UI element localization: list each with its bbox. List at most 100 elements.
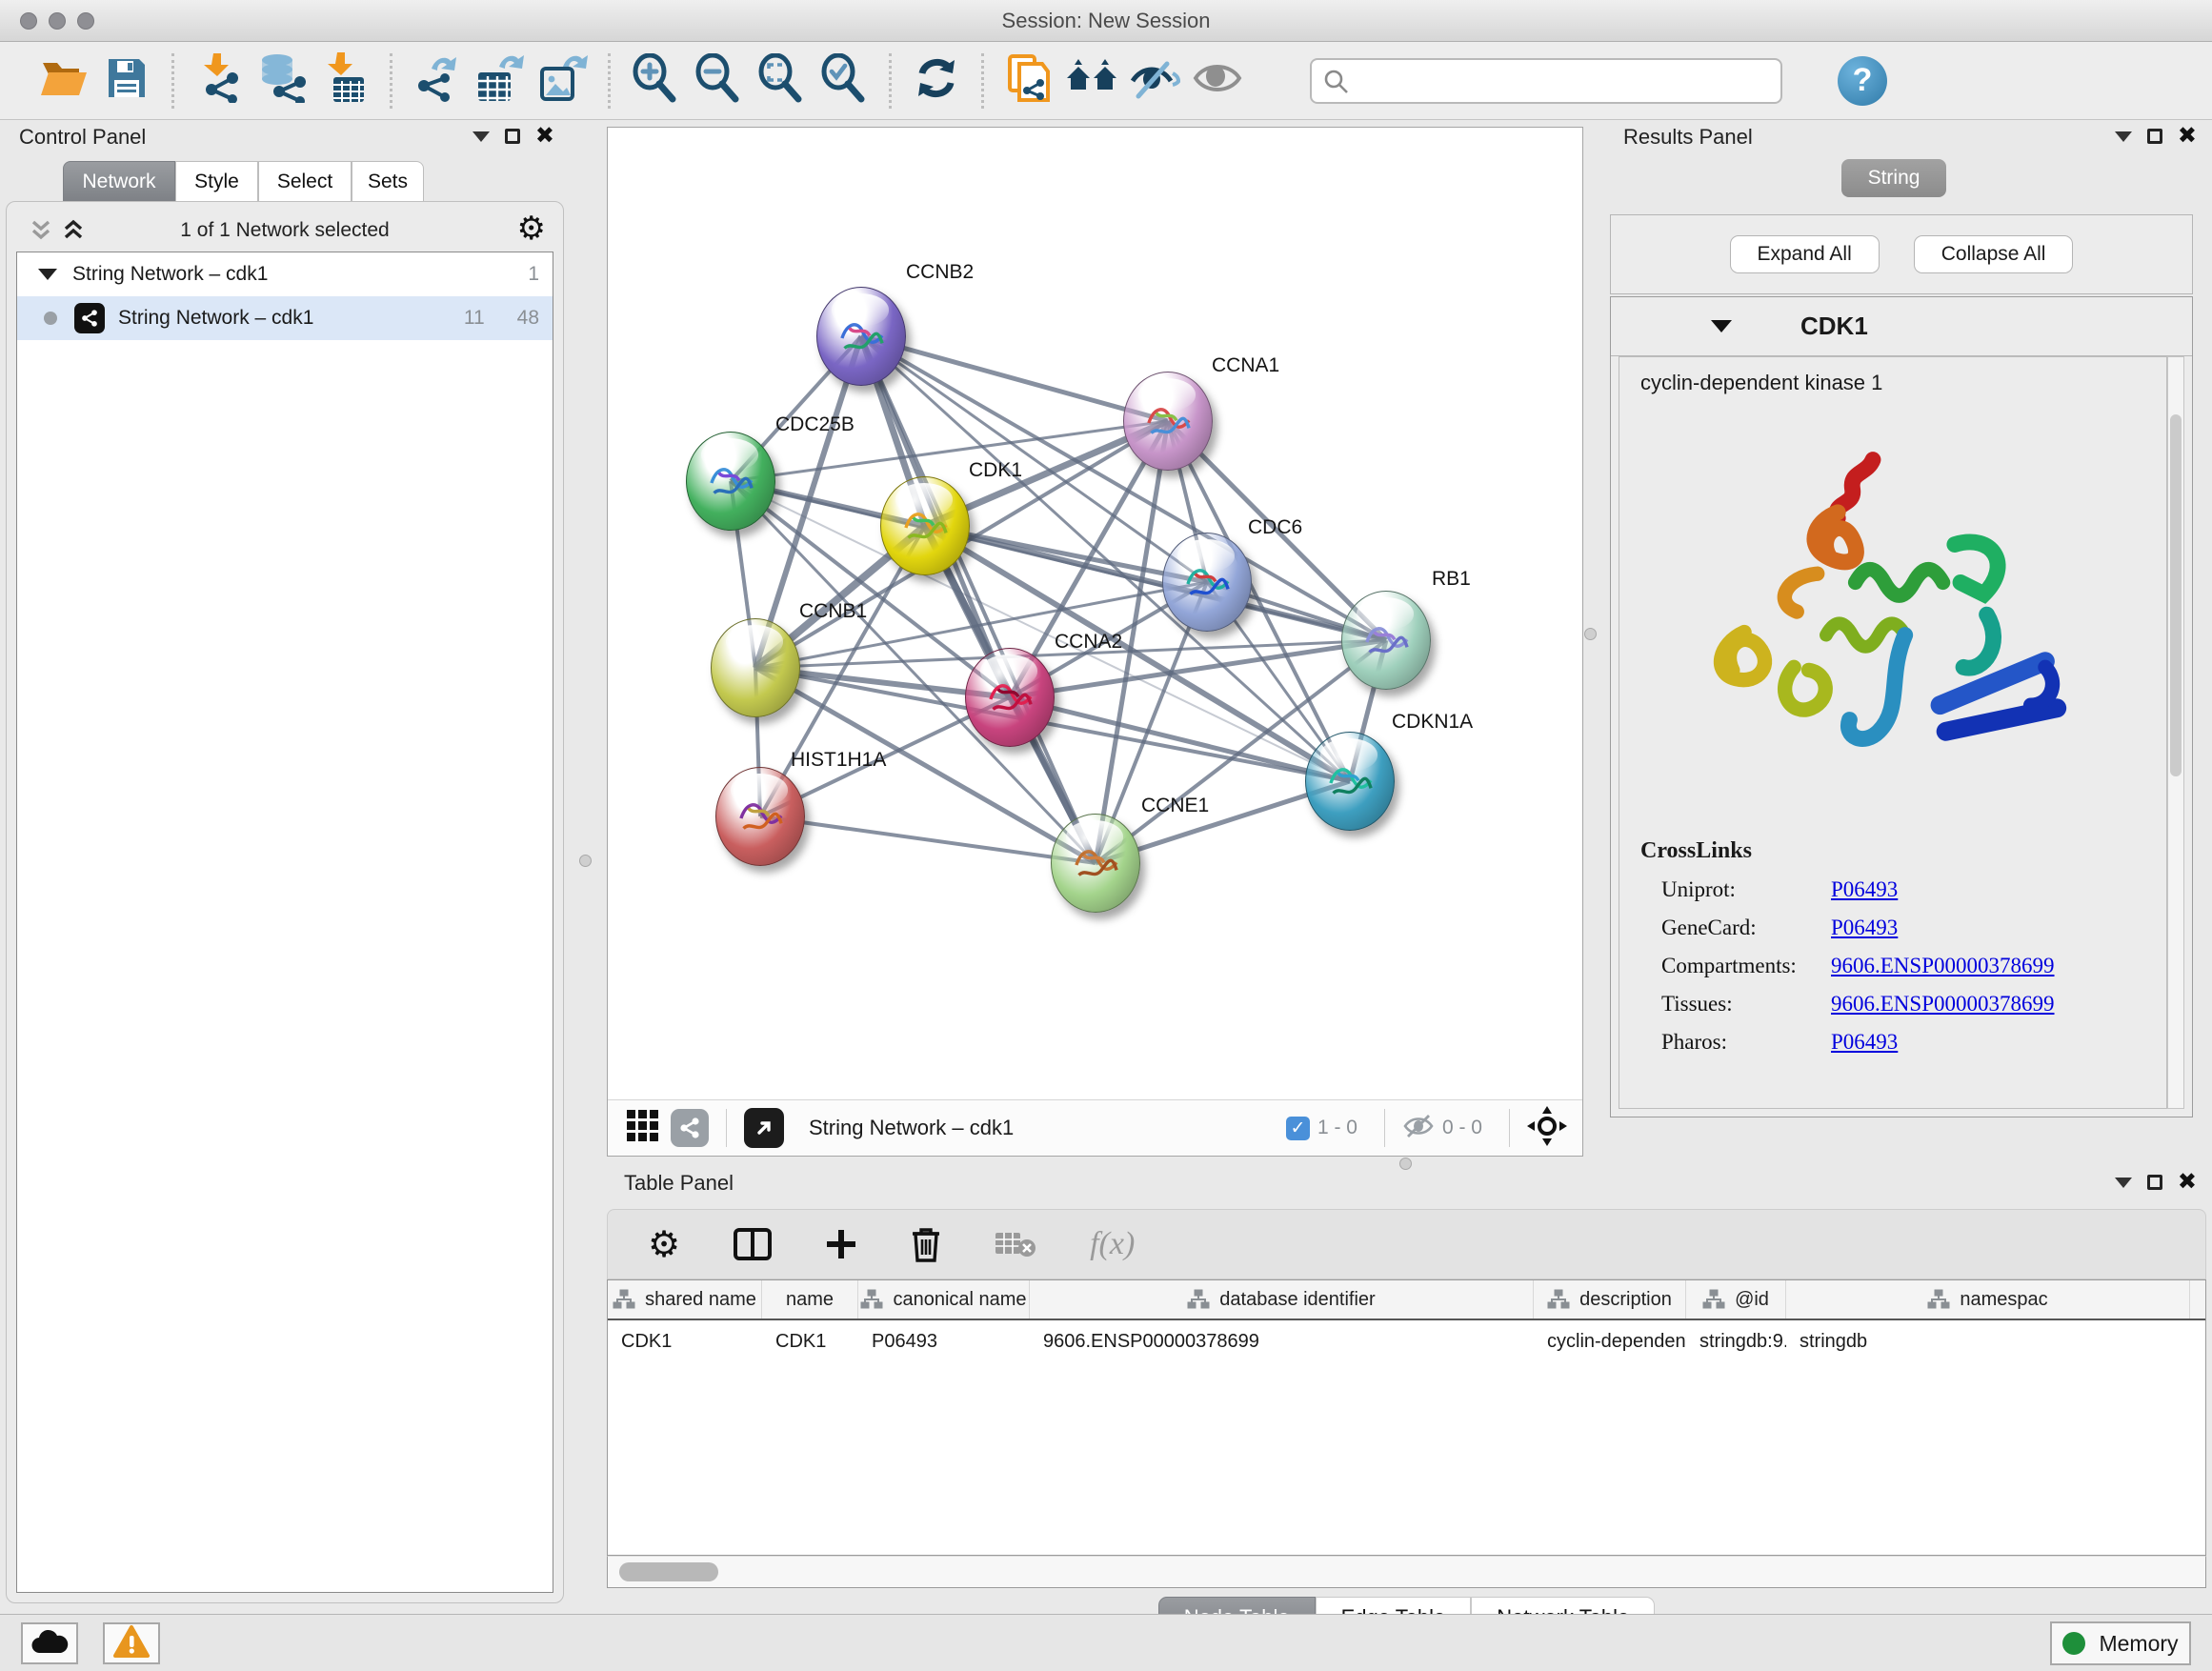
open-in-new-window-icon[interactable] bbox=[744, 1108, 784, 1148]
column-header-namespac[interactable]: namespac bbox=[1786, 1280, 2190, 1319]
network-row[interactable]: String Network – cdk1 11 48 bbox=[17, 296, 553, 340]
panel-close-icon[interactable]: ✖ bbox=[2178, 125, 2197, 148]
columns-icon[interactable] bbox=[734, 1228, 772, 1260]
open-session-button[interactable] bbox=[32, 50, 95, 111]
network-node-CDC6[interactable] bbox=[1162, 533, 1252, 632]
results-panel-title: Results Panel bbox=[1623, 125, 1753, 149]
network-node-CDC25B[interactable] bbox=[686, 432, 775, 531]
refresh-button[interactable] bbox=[905, 50, 968, 111]
results-tab-string[interactable]: String bbox=[1841, 159, 1946, 197]
zoom-in-button[interactable] bbox=[624, 50, 687, 111]
zoom-out-button[interactable] bbox=[687, 50, 750, 111]
panel-menu-icon[interactable] bbox=[2115, 1178, 2132, 1188]
network-canvas[interactable]: CCNB2CCNA1CDC25BCDK1CDC6RB1CCNB1CCNA2CDK… bbox=[608, 128, 1582, 1099]
crosslink-link[interactable]: P06493 bbox=[1831, 1030, 1898, 1055]
column-header-canonical-name[interactable]: canonical name bbox=[858, 1280, 1030, 1319]
horizontal-splitter-handle[interactable] bbox=[1399, 1158, 1412, 1170]
network-options-gear-icon[interactable]: ⚙ bbox=[517, 210, 546, 248]
table-horizontal-scrollbar[interactable] bbox=[607, 1556, 2206, 1588]
column-header-database-identifier[interactable]: database identifier bbox=[1030, 1280, 1534, 1319]
network-node-RB1[interactable] bbox=[1341, 591, 1431, 690]
table-cell[interactable]: CDK1 bbox=[762, 1320, 858, 1362]
panel-close-icon[interactable]: ✖ bbox=[2178, 1171, 2197, 1194]
table-panel-title: Table Panel bbox=[624, 1171, 734, 1195]
collection-expand-icon[interactable] bbox=[38, 269, 57, 280]
network-view-type-icon[interactable] bbox=[671, 1109, 709, 1147]
network-node-CCNB1[interactable] bbox=[711, 618, 800, 717]
tab-network[interactable]: Network bbox=[63, 161, 175, 201]
collapse-all-button[interactable]: Collapse All bbox=[1914, 235, 2074, 273]
table-cell[interactable]: stringdb bbox=[1786, 1320, 2190, 1362]
network-collection-row[interactable]: String Network – cdk1 1 bbox=[17, 252, 553, 296]
network-node-CCNA2[interactable] bbox=[965, 648, 1055, 747]
network-node-CCNA1[interactable] bbox=[1123, 372, 1213, 471]
panel-close-icon[interactable]: ✖ bbox=[535, 125, 554, 148]
column-header--id[interactable]: @id bbox=[1686, 1280, 1786, 1319]
table-cell[interactable]: CDK1 bbox=[608, 1320, 762, 1362]
help-button[interactable]: ? bbox=[1838, 56, 1887, 106]
network-node-CCNE1[interactable] bbox=[1051, 814, 1140, 913]
first-neighbors-button[interactable] bbox=[1060, 50, 1123, 111]
crosslink-link[interactable]: P06493 bbox=[1831, 916, 1898, 940]
tab-style[interactable]: Style bbox=[175, 161, 258, 201]
panel-float-icon[interactable] bbox=[505, 129, 520, 144]
search-icon bbox=[1323, 69, 1350, 100]
birds-eye-view-icon[interactable] bbox=[1527, 1106, 1567, 1151]
first-neighbors-icon bbox=[1065, 57, 1118, 104]
hide-selected-button[interactable] bbox=[1123, 50, 1186, 111]
control-panel-title: Control Panel bbox=[19, 125, 146, 149]
table-cell[interactable]: P06493 bbox=[858, 1320, 1030, 1362]
crosslink-link[interactable]: 9606.ENSP00000378699 bbox=[1831, 954, 2055, 978]
results-scrollbar[interactable] bbox=[2167, 356, 2184, 1109]
warning-button[interactable] bbox=[103, 1622, 160, 1664]
duplicate-network-button[interactable] bbox=[997, 50, 1060, 111]
crosslink-link[interactable]: 9606.ENSP00000378699 bbox=[1831, 992, 2055, 1017]
entry-collapse-icon[interactable] bbox=[1711, 320, 1732, 332]
table-cell[interactable]: 9606.ENSP00000378699 bbox=[1030, 1320, 1534, 1362]
add-icon[interactable] bbox=[825, 1228, 857, 1260]
right-splitter-handle[interactable] bbox=[1584, 628, 1597, 640]
gear-icon[interactable]: ⚙ bbox=[648, 1223, 680, 1266]
network-node-CDK1[interactable] bbox=[880, 476, 970, 575]
cloud-button[interactable] bbox=[21, 1622, 78, 1664]
tab-sets[interactable]: Sets bbox=[352, 161, 424, 201]
network-node-HIST1H1A[interactable] bbox=[715, 767, 805, 866]
export-network-button[interactable] bbox=[406, 50, 469, 111]
table-cell[interactable]: cyclin-dependent ... bbox=[1534, 1320, 1686, 1362]
import-network-database-button[interactable] bbox=[251, 50, 313, 111]
import-table-button[interactable] bbox=[313, 50, 376, 111]
tab-select[interactable]: Select bbox=[258, 161, 352, 201]
panel-menu-icon[interactable] bbox=[473, 131, 490, 142]
export-table-button[interactable] bbox=[469, 50, 532, 111]
entry-header[interactable]: CDK1 bbox=[1611, 297, 2192, 356]
column-header-shared-name[interactable]: shared name bbox=[608, 1280, 762, 1319]
node-label-CDC6: CDC6 bbox=[1248, 516, 1302, 539]
zoom-selected-button[interactable] bbox=[813, 50, 875, 111]
show-all-button[interactable] bbox=[1186, 50, 1249, 111]
save-session-button[interactable] bbox=[95, 50, 158, 111]
import-network-file-button[interactable] bbox=[188, 50, 251, 111]
panel-menu-icon[interactable] bbox=[2115, 131, 2132, 142]
node-label-CCNA1: CCNA1 bbox=[1212, 354, 1279, 377]
delete-icon[interactable] bbox=[911, 1226, 941, 1262]
column-header-description[interactable]: description bbox=[1534, 1280, 1686, 1319]
panel-float-icon[interactable] bbox=[2147, 129, 2162, 144]
column-header-name[interactable]: name bbox=[762, 1280, 858, 1319]
crosslink-link[interactable]: P06493 bbox=[1831, 877, 1898, 902]
expand-all-button[interactable]: Expand All bbox=[1730, 235, 1880, 273]
export-image-button[interactable] bbox=[532, 50, 594, 111]
protein-structure-image bbox=[1654, 418, 2166, 804]
toolbar-separator bbox=[171, 53, 174, 109]
collection-count: 1 bbox=[528, 263, 539, 286]
selected-checkbox-icon[interactable]: ✓ bbox=[1286, 1117, 1310, 1140]
warning-icon bbox=[113, 1625, 150, 1662]
zoom-fit-button[interactable] bbox=[750, 50, 813, 111]
grid-view-icon[interactable] bbox=[625, 1108, 661, 1149]
network-node-CDKN1A[interactable] bbox=[1305, 732, 1395, 831]
network-node-CCNB2[interactable] bbox=[816, 287, 906, 386]
memory-button[interactable]: Memory bbox=[2050, 1621, 2191, 1665]
panel-float-icon[interactable] bbox=[2147, 1175, 2162, 1190]
table-cell[interactable]: stringdb:9... bbox=[1686, 1320, 1786, 1362]
search-input[interactable] bbox=[1310, 58, 1782, 104]
left-splitter-handle[interactable] bbox=[579, 855, 592, 867]
